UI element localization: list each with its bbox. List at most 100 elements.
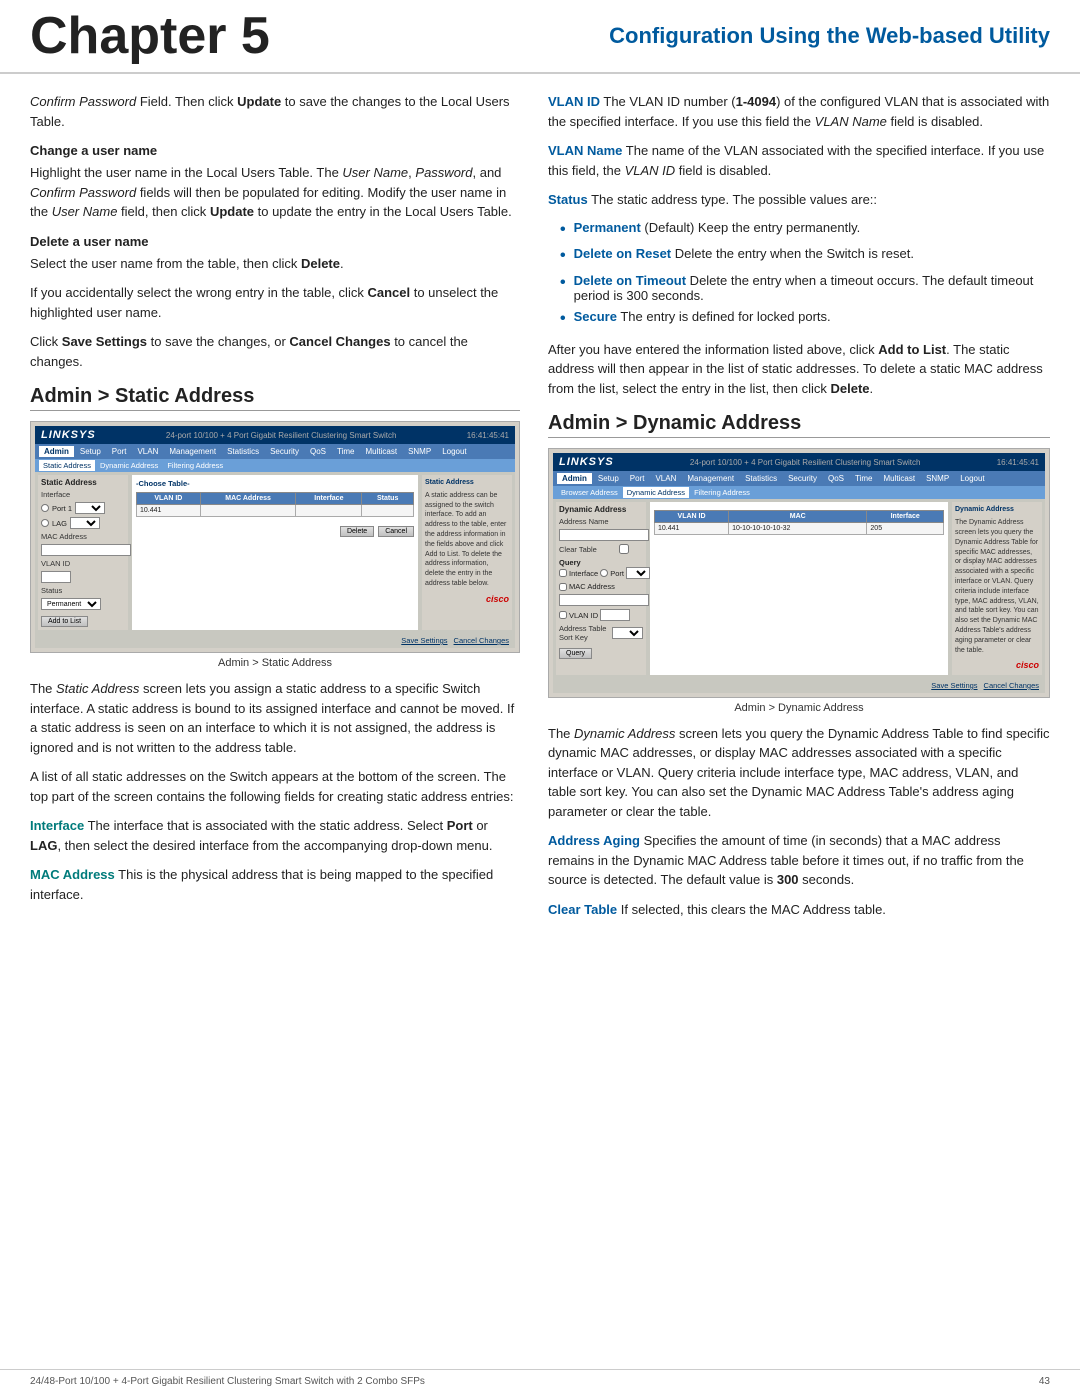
nav2-snmp[interactable]: SNMP [921, 473, 954, 484]
chapter-title: Chapter 5 [30, 10, 270, 62]
nav-setup[interactable]: Setup [75, 446, 106, 457]
linksys-body-dynamic: Dynamic Address Address Name filter Clea… [553, 499, 1045, 678]
nav-qos[interactable]: QoS [305, 446, 331, 457]
nav-port[interactable]: Port [107, 446, 132, 457]
sort-select[interactable] [612, 627, 643, 639]
after-entry-para: After you have entered the information l… [548, 340, 1050, 399]
nav2-admin[interactable]: Admin [557, 473, 592, 484]
static-caption: Admin > Static Address [30, 657, 520, 669]
delete-user-para2: If you accidentally select the wrong ent… [30, 283, 520, 322]
footer-left: 24/48-Port 10/100 + 4-Port Gigabit Resil… [30, 1376, 425, 1387]
port-radio[interactable] [41, 504, 49, 512]
linksys-left-panel: Static Address Interface Port 1 LAG [38, 475, 128, 630]
nav2-qos[interactable]: QoS [823, 473, 849, 484]
delete-btn[interactable]: Delete [340, 526, 374, 537]
address-aging-entry: Address Aging Specifies the amount of ti… [548, 831, 1050, 890]
linksys-model: 24-port 10/100 + 4 Port Gigabit Resilien… [166, 431, 397, 440]
nav2-time[interactable]: Time [850, 473, 877, 484]
lag-select[interactable] [70, 517, 100, 529]
table-row: 10.441 [137, 505, 414, 517]
mac-entry: MAC Address This is the physical address… [30, 865, 520, 904]
vlan-check[interactable] [559, 611, 567, 619]
linksys-body-static: Static Address Interface Port 1 LAG [35, 472, 515, 633]
nav-security[interactable]: Security [265, 446, 304, 457]
nav-statistics[interactable]: Statistics [222, 446, 264, 457]
mac-input[interactable] [41, 544, 131, 556]
clear-table-checkbox[interactable] [619, 544, 629, 554]
nav-time[interactable]: Time [332, 446, 359, 457]
bullet-delete-timeout: • Delete on Timeout Delete the entry whe… [548, 273, 1050, 303]
save-settings-link[interactable]: Save Settings [401, 636, 447, 645]
status-select[interactable]: Permanent [41, 598, 101, 610]
col-vlanid: VLAN ID [137, 493, 201, 505]
interface-entry: Interface The interface that is associat… [30, 816, 520, 855]
iface-port-sel[interactable] [626, 567, 650, 579]
nav2-setup[interactable]: Setup [593, 473, 624, 484]
subnav2-browser[interactable]: Browser Address [557, 487, 622, 498]
nav2-management[interactable]: Management [682, 473, 739, 484]
delete-user-heading: Delete a user name [30, 234, 520, 249]
subnav2-dynamic[interactable]: Dynamic Address [623, 487, 689, 498]
linksys-header-dynamic: LINKSYS 24-port 10/100 + 4 Port Gigabit … [553, 453, 1045, 471]
delete-user-para3: Click Save Settings to save the changes,… [30, 332, 520, 371]
dynamic-caption: Admin > Dynamic Address [548, 702, 1050, 714]
nav-multicast[interactable]: Multicast [361, 446, 403, 457]
cancel-changes-link[interactable]: Cancel Changes [454, 636, 509, 645]
linksys-right-panel-dynamic: Dynamic Address The Dynamic Address scre… [952, 502, 1042, 675]
content-wrapper: Confirm Password Field. Then click Updat… [0, 74, 1080, 929]
nav-snmp[interactable]: SNMP [403, 446, 436, 457]
dynamic-desc1: The Dynamic Address screen lets you quer… [548, 724, 1050, 822]
drow-vlanid: 10.441 [655, 523, 729, 535]
port-r[interactable] [600, 569, 608, 577]
status-entry: Status The static address type. The poss… [548, 190, 1050, 210]
subnav-dynamic[interactable]: Dynamic Address [96, 460, 162, 471]
dcol-mac: MAC [729, 511, 867, 523]
nav-logout[interactable]: Logout [437, 446, 471, 457]
nav2-logout[interactable]: Logout [955, 473, 989, 484]
nav2-statistics[interactable]: Statistics [740, 473, 782, 484]
dynamic-address-screenshot: LINKSYS 24-port 10/100 + 4 Port Gigabit … [548, 448, 1050, 698]
nav-vlan[interactable]: VLAN [132, 446, 163, 457]
left-column: Confirm Password Field. Then click Updat… [30, 92, 520, 929]
linksys-nav: Admin Setup Port VLAN Management Statist… [35, 444, 515, 459]
query-btn[interactable]: Query [559, 648, 592, 659]
linksys-footer-static: Save Settings Cancel Changes [35, 633, 515, 648]
dynamic-table: VLAN ID MAC Interface 10.441 10-10-10-10… [654, 510, 944, 535]
bullet-delete-reset: • Delete on Reset Delete the entry when … [548, 246, 1050, 267]
mac-query-input[interactable] [559, 594, 649, 606]
save-settings-link-dynamic[interactable]: Save Settings [931, 681, 977, 690]
iface-check[interactable] [559, 569, 567, 577]
add-to-list-btn[interactable]: Add to List [41, 616, 88, 627]
subnav-static[interactable]: Static Address [39, 460, 95, 471]
addr-name-input[interactable] [559, 529, 649, 541]
linksys-ui-dynamic: LINKSYS 24-port 10/100 + 4 Port Gigabit … [549, 449, 1049, 697]
cancel-changes-link-dynamic[interactable]: Cancel Changes [984, 681, 1039, 690]
linksys-subnav: Static Address Dynamic Address Filtering… [35, 459, 515, 472]
nav2-multicast[interactable]: Multicast [879, 473, 921, 484]
nav2-security[interactable]: Security [783, 473, 822, 484]
nav2-port[interactable]: Port [625, 473, 650, 484]
static-address-screenshot: LINKSYS 24-port 10/100 + 4 Port Gigabit … [30, 421, 520, 653]
nav2-vlan[interactable]: VLAN [650, 473, 681, 484]
linksys-logo-dynamic: LINKSYS [559, 456, 614, 468]
port-select[interactable] [75, 502, 105, 514]
dynamic-table-row: 10.441 10-10-10-10-10-32 205 [655, 523, 944, 535]
lag-radio[interactable] [41, 519, 49, 527]
drow-iface: 205 [867, 523, 944, 535]
mac-check[interactable] [559, 583, 567, 591]
port-label: Port 1 [52, 504, 72, 513]
vlanid-entry: VLAN ID The VLAN ID number (1-4094) of t… [548, 92, 1050, 131]
linksys-model-dynamic: 24-port 10/100 + 4 Port Gigabit Resilien… [690, 458, 921, 467]
change-user-para: Highlight the user name in the Local Use… [30, 163, 520, 222]
vlanid-input[interactable] [41, 571, 71, 583]
cancel-btn[interactable]: Cancel [378, 526, 414, 537]
delete-user-para1: Select the user name from the table, the… [30, 254, 520, 274]
nav-management[interactable]: Management [164, 446, 221, 457]
bullet-list: • Permanent (Default) Keep the entry per… [548, 220, 1050, 330]
col-mac: MAC Address [200, 493, 296, 505]
subnav-filtering[interactable]: Filtering Address [163, 460, 227, 471]
subnav2-filtering[interactable]: Filtering Address [690, 487, 754, 498]
nav-admin[interactable]: Admin [39, 446, 74, 457]
vlan-query-input[interactable] [600, 609, 630, 621]
admin-dynamic-title: Admin > Dynamic Address [548, 412, 1050, 438]
